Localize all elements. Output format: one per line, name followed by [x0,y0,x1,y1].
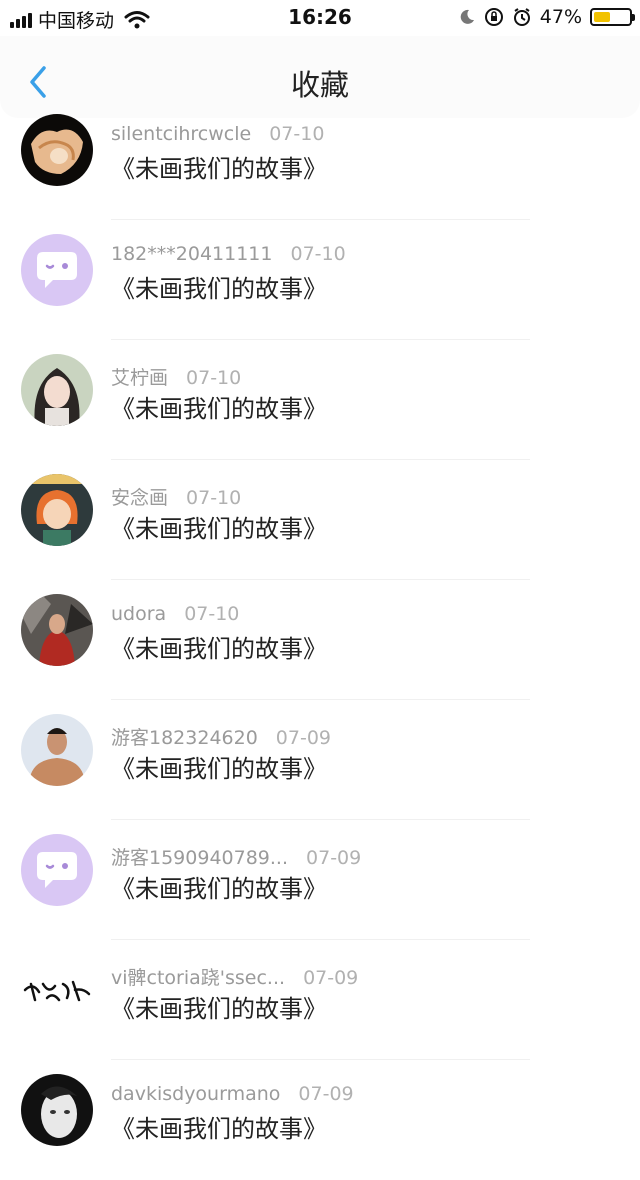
rotation-lock-icon [484,8,503,26]
moon-icon [460,9,474,24]
avatar [21,954,93,1026]
username: 游客1590940789... [111,847,289,869]
date: 07-09 [298,1083,354,1105]
username: 游客182324620 [111,727,258,749]
list-item[interactable]: silentcihrcwcle 07-10 《未画我们的故事》 [0,100,640,220]
date: 07-10 [290,243,346,265]
favorites-list: silentcihrcwcle 07-10 《未画我们的故事》 182***204… [0,100,640,1180]
avatar [21,834,93,906]
battery-fill [594,12,610,22]
avatar [21,714,93,786]
item-title: 《未画我们的故事》 [111,875,327,903]
list-item[interactable]: 游客1590940789... 07-09 《未画我们的故事》 [0,820,640,940]
page-title: 收藏 [290,68,349,102]
item-title: 《未画我们的故事》 [111,275,327,303]
battery-percent: 47% [539,6,582,28]
list-item[interactable]: 艾柠画 07-10 《未画我们的故事》 [0,340,640,460]
username: udora [111,603,167,625]
date: 07-10 [184,603,240,625]
item-title: 《未画我们的故事》 [111,155,327,183]
avatar [21,594,93,666]
username: 艾柠画 [111,367,169,389]
battery-icon [590,8,635,26]
list-item[interactable]: udora 07-10 《未画我们的故事》 [0,580,640,700]
username: 安念画 [111,487,169,509]
username: 182***20411111 [111,243,273,265]
date: 07-09 [303,967,359,989]
avatar [21,114,93,186]
date: 07-10 [269,123,325,145]
list-item[interactable]: davkisdyourmano 07-09 《未画我们的故事》 [0,1060,640,1180]
item-title: 《未画我们的故事》 [111,515,327,543]
item-title: 《未画我们的故事》 [111,995,327,1023]
date: 07-10 [186,367,242,389]
status-right: 47% [458,6,635,28]
username: silentcihrcwcle [111,123,252,145]
date: 07-09 [306,847,362,869]
avatar [21,354,93,426]
status-bar: 中国移动 16:26 47% [0,0,640,36]
username: davkisdyourmano [111,1083,281,1105]
date: 07-10 [186,487,242,509]
avatar [21,1074,93,1146]
item-title: 《未画我们的故事》 [111,635,327,663]
avatar [21,474,93,546]
alarm-icon [513,8,530,26]
list-item[interactable]: 游客182324620 07-09 《未画我们的故事》 [0,700,640,820]
item-title: 《未画我们的故事》 [111,395,327,423]
date: 07-09 [275,727,332,749]
item-title: 《未画我们的故事》 [111,755,327,783]
list-item[interactable]: 安念画 07-10 《未画我们的故事》 [0,460,640,580]
list-item[interactable]: 182***20411111 07-10 《未画我们的故事》 [0,220,640,340]
username: vi髀ctoria跷'ssec... [111,967,286,989]
list-item[interactable]: vi髀ctoria跷'ssec... 07-09 《未画我们的故事》 [0,940,640,1060]
avatar [21,234,93,306]
